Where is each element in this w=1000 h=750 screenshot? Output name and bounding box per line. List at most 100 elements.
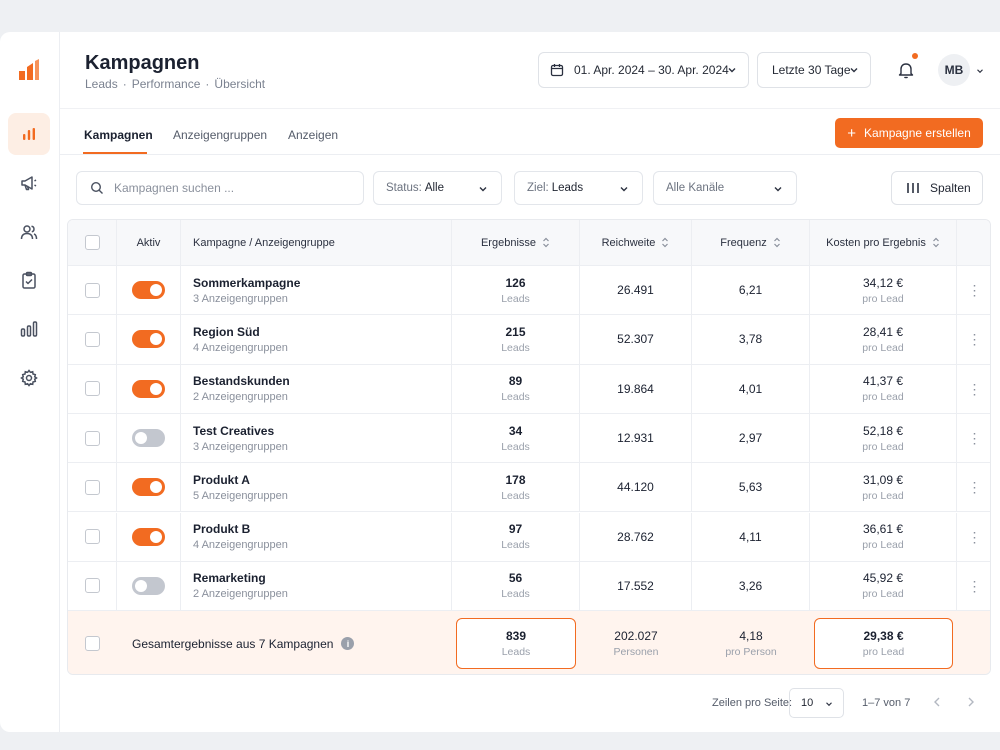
- columns-button-label: Spalten: [930, 181, 971, 195]
- nav-campaigns[interactable]: [8, 162, 50, 204]
- tab-campaigns[interactable]: Kampagnen: [84, 128, 153, 142]
- cost-unit: pro Lead: [862, 539, 904, 552]
- campaigns-table: Aktiv Kampagne / Anzeigengruppe Ergebnis…: [67, 219, 991, 675]
- search-box[interactable]: [76, 171, 364, 205]
- active-toggle[interactable]: [132, 576, 165, 595]
- cost-unit: pro Lead: [862, 440, 904, 453]
- row-checkbox[interactable]: [84, 529, 100, 545]
- more-options-icon[interactable]: ⋮: [968, 579, 982, 593]
- reach-cell: 17.552: [580, 561, 692, 611]
- more-options-icon[interactable]: ⋮: [968, 431, 982, 445]
- select-all-checkbox[interactable]: [84, 235, 100, 250]
- results-value: 126: [505, 275, 526, 290]
- breadcrumb: Leads · Performance · Übersicht: [85, 77, 265, 91]
- info-icon[interactable]: i: [341, 637, 355, 651]
- row-checkbox[interactable]: [84, 331, 100, 347]
- more-options-icon[interactable]: ⋮: [968, 530, 982, 544]
- header-frequency-cell[interactable]: Frequenz: [692, 220, 810, 265]
- breadcrumb-separator: ·: [122, 77, 127, 91]
- ad-group-count: 5 Anzeigengruppen: [193, 489, 288, 502]
- row-checkbox[interactable]: [84, 430, 100, 446]
- create-campaign-button[interactable]: + Kampagne erstellen: [835, 118, 983, 148]
- columns-button[interactable]: Spalten: [891, 171, 983, 205]
- nav-reports[interactable]: [8, 259, 50, 301]
- active-cell: [117, 512, 181, 561]
- tab-ad-groups[interactable]: Anzeigengruppen: [173, 128, 267, 142]
- breadcrumb-item[interactable]: Leads: [85, 77, 118, 91]
- table-row[interactable]: Sommerkampagne 3 Anzeigengruppen 126 Leads 2…: [68, 266, 990, 316]
- campaign-name[interactable]: Produkt A: [193, 473, 250, 487]
- column-header-results[interactable]: Ergebnisse: [481, 237, 550, 249]
- cost-value: 34,12 €: [862, 275, 904, 290]
- search-input[interactable]: [114, 181, 344, 195]
- status-filter[interactable]: Status: Alle: [373, 171, 502, 205]
- cost-value: 52,18 €: [862, 423, 904, 438]
- avatar[interactable]: MB: [938, 54, 970, 86]
- campaign-name[interactable]: Bestandskunden: [193, 374, 290, 388]
- more-options-icon[interactable]: ⋮: [968, 332, 982, 346]
- nav-settings[interactable]: [8, 357, 50, 399]
- table-row[interactable]: Region Süd 4 Anzeigengruppen 215 Leads 52.30…: [68, 315, 990, 365]
- table-row[interactable]: Produkt A 5 Anzeigengruppen 178 Leads 44.120…: [68, 463, 990, 513]
- period-select[interactable]: Letzte 30 Tage: [757, 52, 871, 88]
- total-checkbox[interactable]: [85, 636, 100, 652]
- header-reach-cell[interactable]: Reichweite: [580, 220, 692, 265]
- campaign-name[interactable]: Produkt B: [193, 522, 250, 536]
- table-row[interactable]: Test Creatives 3 Anzeigengruppen 34 Leads 12…: [68, 413, 990, 464]
- nav-audiences[interactable]: [8, 211, 50, 253]
- next-page-button[interactable]: [963, 694, 979, 710]
- row-checkbox[interactable]: [84, 578, 100, 594]
- bell-icon[interactable]: [897, 61, 915, 79]
- nav-statistics[interactable]: [8, 308, 50, 350]
- campaign-name[interactable]: Sommerkampagne: [193, 276, 300, 290]
- breadcrumb-item[interactable]: Performance: [132, 77, 201, 91]
- chevron-down-icon: [774, 187, 782, 192]
- cost-cell: 34,12 € pro Lead: [810, 266, 957, 315]
- date-range-picker[interactable]: 01. Apr. 2024 – 30. Apr. 2024: [538, 52, 749, 88]
- more-options-icon[interactable]: ⋮: [968, 382, 982, 396]
- cost-cell: 31,09 € pro Lead: [810, 463, 957, 512]
- column-header-frequency[interactable]: Frequenz: [720, 237, 780, 249]
- channel-filter-value: Alle Kanäle: [666, 182, 725, 194]
- breadcrumb-separator: ·: [205, 77, 210, 91]
- header-results-cell[interactable]: Ergebnisse: [452, 220, 580, 265]
- row-checkbox[interactable]: [84, 479, 100, 495]
- campaign-name[interactable]: Remarketing: [193, 571, 266, 585]
- actions-cell: ⋮: [957, 266, 990, 314]
- total-reach-cell: 202.027 Personen: [580, 611, 692, 674]
- nav-analytics[interactable]: [8, 113, 50, 155]
- results-cell: 34 Leads: [452, 413, 580, 463]
- campaign-name[interactable]: Region Süd: [193, 325, 260, 339]
- chevron-down-icon[interactable]: [975, 66, 985, 76]
- previous-page-button[interactable]: [929, 694, 945, 710]
- table-row[interactable]: Bestandskunden 2 Anzeigengruppen 89 Leads 19…: [68, 364, 990, 414]
- active-toggle[interactable]: [132, 429, 165, 448]
- chevron-down-icon: [620, 187, 628, 192]
- row-checkbox[interactable]: [84, 381, 100, 397]
- row-checkbox[interactable]: [84, 282, 100, 298]
- header-cost-cell[interactable]: Kosten pro Ergebnis: [810, 220, 957, 265]
- active-cell: [117, 561, 181, 611]
- table-row[interactable]: Remarketing 2 Anzeigengruppen 56 Leads 17.55…: [68, 561, 990, 612]
- table-row[interactable]: Produkt B 4 Anzeigengruppen 97 Leads 28.762 4…: [68, 512, 990, 562]
- gear-icon: [20, 369, 38, 387]
- more-options-icon[interactable]: ⋮: [968, 283, 982, 297]
- channel-filter[interactable]: Alle Kanäle: [653, 171, 797, 205]
- cost-cell: 45,92 € pro Lead: [810, 561, 957, 611]
- frequency-value: 6,21: [738, 283, 763, 298]
- rows-per-page-select[interactable]: 10: [789, 688, 844, 718]
- column-header-cost[interactable]: Kosten pro Ergebnis: [826, 237, 940, 249]
- sort-icon: [932, 237, 939, 248]
- chevron-left-icon: [934, 697, 940, 707]
- column-header-reach[interactable]: Reichweite: [602, 237, 670, 249]
- more-options-icon[interactable]: ⋮: [968, 480, 982, 494]
- active-toggle[interactable]: [132, 330, 165, 349]
- active-toggle[interactable]: [132, 379, 165, 398]
- column-header-campaign[interactable]: Kampagne / Anzeigengruppe: [193, 237, 335, 249]
- campaign-name[interactable]: Test Creatives: [193, 424, 274, 438]
- active-toggle[interactable]: [132, 281, 165, 300]
- tab-ads[interactable]: Anzeigen: [288, 128, 338, 142]
- active-toggle[interactable]: [132, 478, 165, 497]
- active-toggle[interactable]: [132, 527, 165, 546]
- goal-filter[interactable]: Ziel: Leads: [514, 171, 643, 205]
